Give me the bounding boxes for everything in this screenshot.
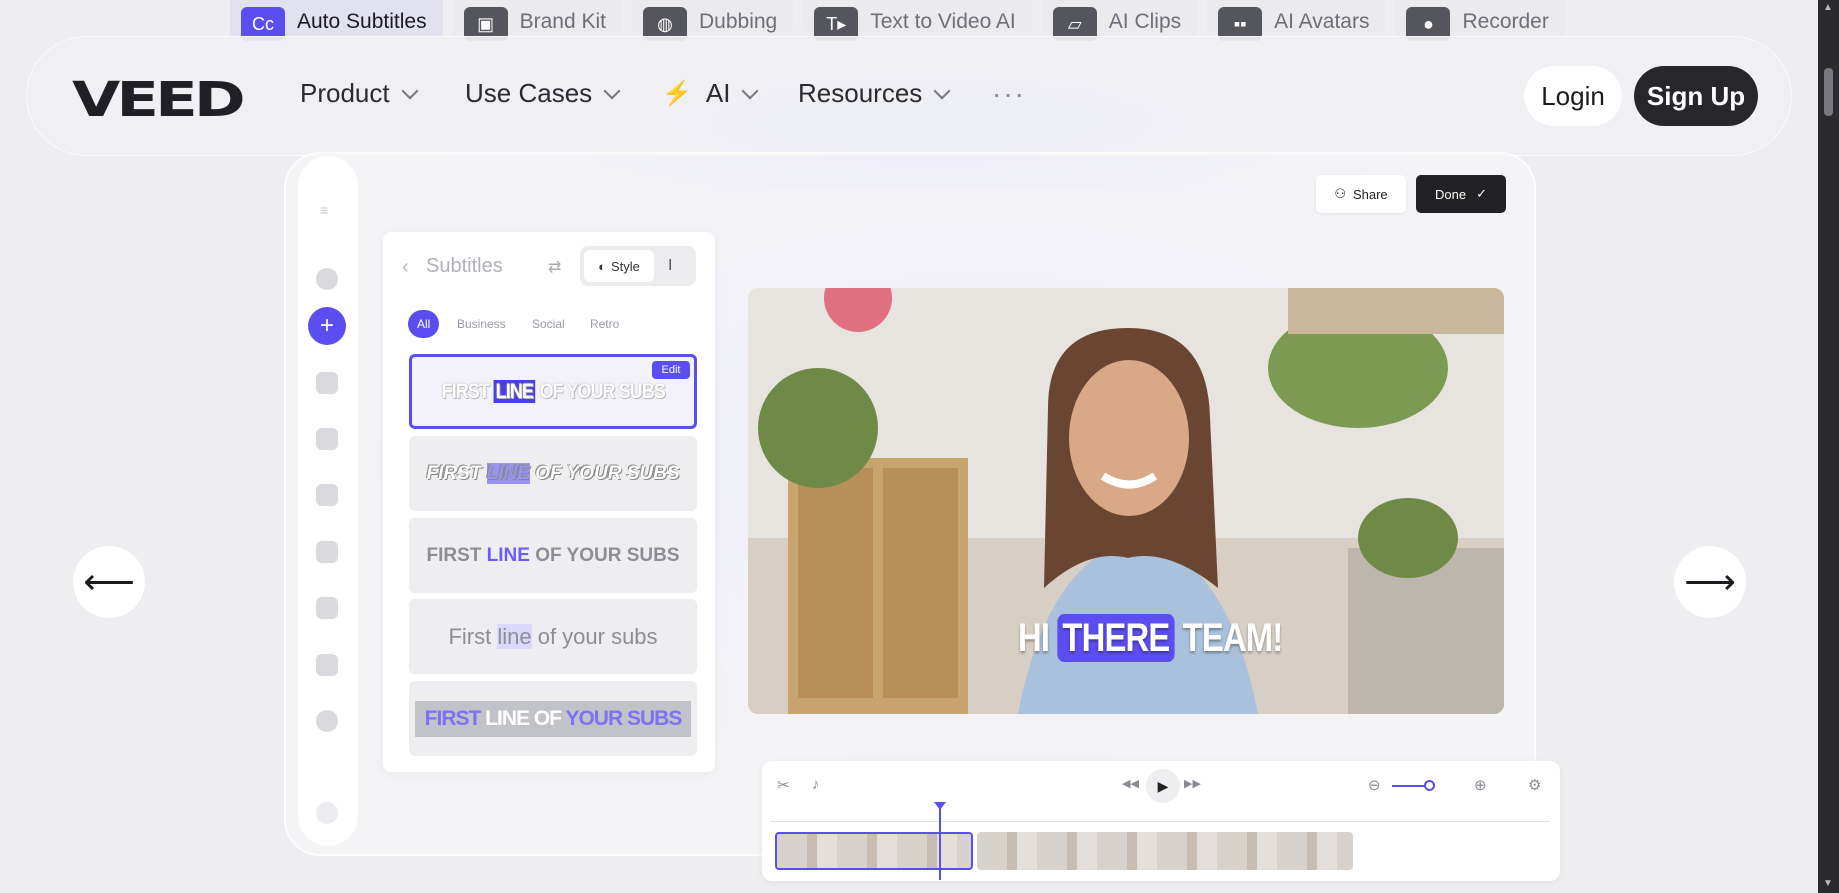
style-preview: First line of your subs xyxy=(448,623,658,649)
menu-icon[interactable]: ≡ xyxy=(320,202,328,218)
check-icon: ✓ xyxy=(1476,186,1487,201)
style-preview: FIRST LINE OF YOUR SUBS xyxy=(426,462,680,484)
tab-label: Brand Kit xyxy=(519,10,606,33)
style-preview: FIRST LINE OF YOUR SUBS xyxy=(426,544,680,566)
add-icon[interactable]: + xyxy=(308,307,346,345)
rewind-icon[interactable]: ◀◀ xyxy=(1122,777,1139,790)
next-arrow-button[interactable]: ⟶ xyxy=(1674,546,1746,618)
done-label: Done xyxy=(1435,186,1467,202)
share-button[interactable]: ⚇ Share xyxy=(1316,175,1406,213)
zoom-out-icon[interactable]: ⊖ xyxy=(1368,776,1381,794)
timeline-ruler xyxy=(770,810,1550,822)
video-clip[interactable] xyxy=(977,832,1353,870)
text-icon[interactable] xyxy=(316,484,338,506)
tab-label: Recorder xyxy=(1462,10,1549,33)
video-icon[interactable] xyxy=(316,597,338,619)
arrow-left-icon: ⟵ xyxy=(83,561,135,602)
tab-label: Auto Subtitles xyxy=(297,10,427,33)
done-button[interactable]: Done ✓ xyxy=(1416,175,1506,213)
tab-style-label: Style xyxy=(610,258,640,274)
chevron-down-icon xyxy=(933,82,951,99)
fast-forward-icon[interactable]: ▶▶ xyxy=(1184,777,1201,790)
share-label: Share xyxy=(1352,186,1388,202)
style-preview: FIRST LINE OF YOUR SUBS xyxy=(441,379,665,403)
text-cursor-icon[interactable]: I xyxy=(668,257,672,275)
subtitle-style-option[interactable]: First line of your subs xyxy=(409,599,697,674)
back-icon[interactable]: ‹ xyxy=(402,256,409,279)
nav-resources[interactable]: Resources xyxy=(798,78,951,109)
signup-button[interactable]: Sign Up xyxy=(1634,66,1758,126)
zoom-in-icon[interactable]: ⊕ xyxy=(1474,776,1487,794)
sticker-icon[interactable] xyxy=(316,541,338,563)
tab-label: AI Clips xyxy=(1108,10,1182,33)
veed-logo[interactable]: VEED xyxy=(72,72,246,128)
tab-style[interactable]: ◐ Style xyxy=(584,250,654,282)
lightning-icon: ⚡ xyxy=(662,80,692,107)
login-button[interactable]: Login xyxy=(1524,66,1622,126)
nav-label: AI xyxy=(705,78,731,108)
play-button[interactable]: ▶ xyxy=(1146,769,1180,803)
panel-title: Subtitles xyxy=(426,255,503,277)
filter-social[interactable]: Social xyxy=(523,310,574,338)
scroll-up-icon[interactable]: ▲ xyxy=(1823,2,1833,13)
help-icon[interactable] xyxy=(316,802,338,824)
nav-label: Resources xyxy=(798,78,923,108)
playhead[interactable] xyxy=(939,804,941,880)
chevron-down-icon xyxy=(401,82,419,99)
tab-label: AI Avatars xyxy=(1274,10,1370,33)
nav-use-cases[interactable]: Use Cases xyxy=(465,78,621,109)
nav-label: Product xyxy=(300,78,390,108)
add-person-icon: ⚇ xyxy=(1334,186,1346,201)
nav-product[interactable]: Product xyxy=(300,78,419,109)
filter-business[interactable]: Business xyxy=(448,310,515,338)
nav-ai[interactable]: ⚡ AI xyxy=(662,78,759,109)
navbar: VEED Product Use Cases ⚡ AI Resources ··… xyxy=(26,36,1792,156)
music-icon[interactable] xyxy=(316,372,338,394)
subtitle-style-option[interactable]: FIRST LINE OF YOUR SUBS xyxy=(409,681,697,756)
arrow-right-icon: ⟶ xyxy=(1684,561,1736,602)
zoom-slider-handle[interactable] xyxy=(1424,780,1435,791)
chevron-down-icon xyxy=(603,82,621,99)
scrollbar[interactable] xyxy=(1818,0,1839,893)
media-icon[interactable] xyxy=(316,654,338,676)
chevron-down-icon xyxy=(741,82,759,99)
previous-arrow-button[interactable]: ⟵ xyxy=(73,546,145,618)
subtitle-style-option[interactable]: FIRST LINE OF YOUR SUBS xyxy=(409,436,697,511)
microphone-icon[interactable]: ♪ xyxy=(812,776,820,793)
nav-label: Use Cases xyxy=(465,78,593,108)
style-preview: FIRST LINE OF YOUR SUBS xyxy=(414,700,692,737)
settings-icon[interactable]: ⚙ xyxy=(1528,776,1541,794)
palette-icon: ◐ xyxy=(598,258,606,274)
tab-label: Text to Video AI xyxy=(870,10,1016,33)
scrollbar-thumb[interactable] xyxy=(1824,68,1833,116)
filter-retro[interactable]: Retro xyxy=(581,310,628,338)
filter-all[interactable]: All xyxy=(408,310,440,338)
more-icon[interactable]: ··· xyxy=(992,78,1026,110)
scissors-icon[interactable]: ✂ xyxy=(777,776,790,794)
swap-icon[interactable]: ⇄ xyxy=(548,257,561,277)
subtitle-style-option[interactable]: FIRST LINE OF YOUR SUBS xyxy=(409,518,697,593)
edit-badge[interactable]: Edit xyxy=(652,361,690,379)
video-caption: HI THERE TEAM! xyxy=(1018,614,1283,662)
tab-label: Dubbing xyxy=(698,10,778,33)
filter-icon[interactable] xyxy=(316,710,338,732)
record-icon[interactable] xyxy=(316,268,338,290)
scroll-down-icon[interactable]: ▼ xyxy=(1823,878,1833,889)
video-clip[interactable] xyxy=(775,832,973,870)
subtitle-tool-icon[interactable] xyxy=(316,428,338,450)
